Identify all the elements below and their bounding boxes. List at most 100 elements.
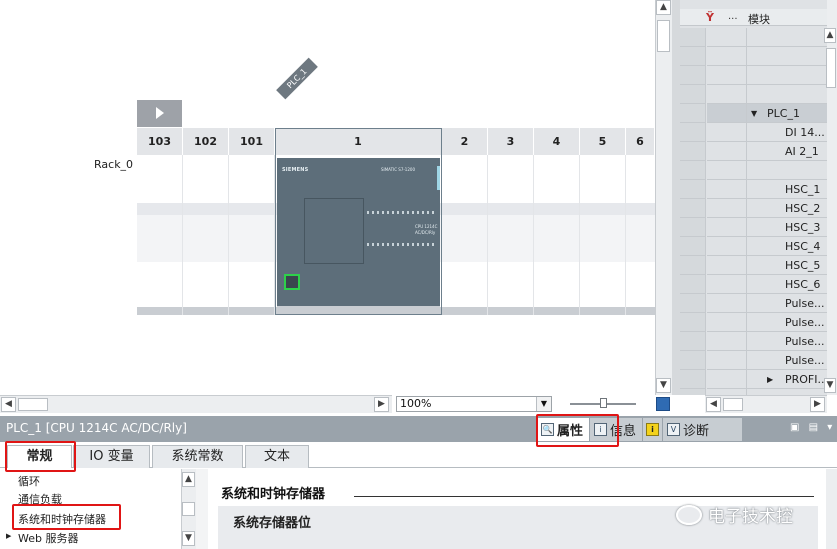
column-more[interactable]: ...	[728, 11, 738, 22]
scrollbar-thumb[interactable]	[657, 20, 670, 52]
table-row[interactable]: DI 14...	[680, 123, 827, 142]
scrollbar-thumb[interactable]	[182, 502, 195, 516]
scroll-left-arrow-icon[interactable]: ◀	[1, 397, 16, 412]
scroll-up-arrow-icon[interactable]: ▲	[656, 0, 671, 15]
row-module-cell[interactable]: Pulse...	[747, 313, 827, 332]
slot-3[interactable]: 3	[488, 128, 534, 155]
row-module-cell[interactable]: HSC_5	[747, 256, 827, 275]
slot-103[interactable]: 103	[137, 128, 183, 155]
plc-name-tag[interactable]: PLC_1	[276, 57, 318, 100]
slot-6[interactable]: 6	[626, 128, 655, 155]
row-module-cell[interactable]	[747, 66, 827, 85]
scroll-up-arrow-icon[interactable]: ▲	[824, 28, 836, 43]
row-module-cell[interactable]: Pulse...	[747, 294, 827, 313]
view-splitter[interactable]	[672, 0, 680, 395]
content-splitter[interactable]	[196, 469, 208, 549]
tab-system-constants[interactable]: 系统常数	[152, 445, 243, 468]
scroll-down-arrow-icon[interactable]: ▼	[182, 531, 195, 546]
table-row[interactable]: HSC_4	[680, 237, 827, 256]
chevron-down-icon[interactable]: ▼	[536, 397, 551, 411]
chevron-down-icon[interactable]: ▼	[751, 104, 757, 122]
row-module-cell[interactable]: Pulse...	[747, 332, 827, 351]
device-overview-table[interactable]: Ÿ ... 模块 ▼ PLC_1 DI 14... AI 2_1 HSC_1 HSC_2 H…	[680, 0, 827, 395]
nav-item-web-server[interactable]: Web 服务器	[18, 530, 78, 546]
rack-slot-column[interactable]	[137, 155, 183, 315]
filter-icon[interactable]: Ÿ	[706, 11, 714, 24]
row-module-cell[interactable]: DI 14...	[747, 123, 827, 142]
nav-vertical-scrollbar[interactable]: ▲ ▼	[181, 469, 196, 549]
rack-slot-column[interactable]	[229, 155, 275, 315]
nav-item-cycle[interactable]: 循环	[18, 473, 40, 489]
device-view-horizontal-scrollbar[interactable]: ◀ ▶	[0, 395, 392, 413]
rack-slot-column[interactable]	[534, 155, 580, 315]
table-row[interactable]	[680, 161, 827, 180]
row-module-cell[interactable]: HSC_3	[747, 218, 827, 237]
scrollbar-thumb[interactable]	[723, 398, 743, 411]
chevron-right-icon[interactable]: ▶	[767, 370, 773, 388]
scroll-right-arrow-icon[interactable]: ▶	[810, 397, 825, 412]
zoom-level-select[interactable]: 100% ▼	[396, 396, 552, 412]
cpu-module[interactable]: SIEMENS SIMATIC S7-1200 CPU 1214C AC/DC/…	[277, 158, 440, 306]
table-row[interactable]: ▶ PROFI...	[680, 370, 827, 389]
table-row[interactable]	[680, 85, 827, 104]
scroll-left-arrow-icon[interactable]: ◀	[706, 397, 721, 412]
scroll-up-arrow-icon[interactable]: ▲	[182, 472, 195, 487]
rack-slot-column[interactable]	[488, 155, 534, 315]
scroll-right-arrow-icon[interactable]: ▶	[374, 397, 389, 412]
table-row[interactable]	[680, 28, 827, 47]
table-row[interactable]	[680, 66, 827, 85]
table-row[interactable]: HSC_1	[680, 180, 827, 199]
tab-io-tags[interactable]: IO 变量	[73, 445, 150, 468]
table-row[interactable]: HSC_6	[680, 275, 827, 294]
table-row[interactable]: HSC_2	[680, 199, 827, 218]
row-module-cell[interactable]	[747, 47, 827, 66]
table-row[interactable]: Pulse...	[680, 332, 827, 351]
scrollbar-thumb[interactable]	[826, 48, 836, 88]
table-horizontal-scrollbar[interactable]: ◀ ▶	[705, 395, 827, 413]
row-module-cell[interactable]: HSC_4	[747, 237, 827, 256]
module-name: AI 2_1	[785, 145, 819, 158]
table-row[interactable]	[680, 47, 827, 66]
slot-102[interactable]: 102	[183, 128, 229, 155]
tab-diagnostics[interactable]: V 诊断	[663, 418, 744, 441]
row-module-cell[interactable]: Pulse...	[747, 351, 827, 370]
row-module-cell[interactable]: HSC_1	[747, 180, 827, 199]
table-row[interactable]: Pulse...	[680, 294, 827, 313]
scroll-down-arrow-icon[interactable]: ▼	[824, 378, 836, 393]
inspector-window-controls[interactable]: ▣ ▤ ▾	[790, 422, 835, 433]
slot-4[interactable]: 4	[534, 128, 580, 155]
rack-slot-column[interactable]	[442, 155, 488, 315]
rack-slot-column[interactable]	[580, 155, 626, 315]
row-module-cell[interactable]: HSC_6	[747, 275, 827, 294]
row-module-cell[interactable]: ▼ PLC_1	[747, 104, 827, 123]
device-view-vertical-scrollbar[interactable]: ▲ ▼	[655, 0, 672, 395]
row-module-cell[interactable]	[747, 161, 827, 180]
table-row[interactable]: HSC_5	[680, 256, 827, 275]
table-row[interactable]: ▼ PLC_1	[680, 104, 827, 123]
row-module-cell[interactable]	[747, 28, 827, 47]
row-module-cell[interactable]	[747, 85, 827, 104]
table-row[interactable]: Pulse...	[680, 313, 827, 332]
table-row[interactable]: AI 2_1	[680, 142, 827, 161]
row-module-cell[interactable]: ▶ PROFI...	[747, 370, 827, 389]
expand-rack-button[interactable]	[137, 100, 182, 127]
scroll-down-arrow-icon[interactable]: ▼	[656, 378, 671, 393]
column-header-module[interactable]: 模块	[748, 11, 770, 27]
profinet-port-icon[interactable]	[284, 274, 300, 290]
tab-info-warning[interactable]: i	[643, 418, 664, 441]
zoom-fit-icon[interactable]	[656, 397, 670, 411]
scrollbar-thumb[interactable]	[18, 398, 48, 411]
row-module-cell[interactable]: HSC_2	[747, 199, 827, 218]
table-row[interactable]: Pulse...	[680, 351, 827, 370]
table-row[interactable]: HSC_3	[680, 218, 827, 237]
tab-texts[interactable]: 文本	[245, 445, 309, 468]
slot-2[interactable]: 2	[442, 128, 488, 155]
slot-101[interactable]: 101	[229, 128, 275, 155]
properties-vertical-scrollbar[interactable]	[826, 469, 837, 549]
table-vertical-scrollbar[interactable]: ▲ ▼	[824, 0, 837, 395]
slot-5[interactable]: 5	[580, 128, 626, 155]
row-module-cell[interactable]: AI 2_1	[747, 142, 827, 161]
chevron-right-icon[interactable]: ▶	[6, 532, 11, 540]
zoom-slider-handle[interactable]	[600, 398, 607, 408]
rack-slot-column[interactable]	[183, 155, 229, 315]
